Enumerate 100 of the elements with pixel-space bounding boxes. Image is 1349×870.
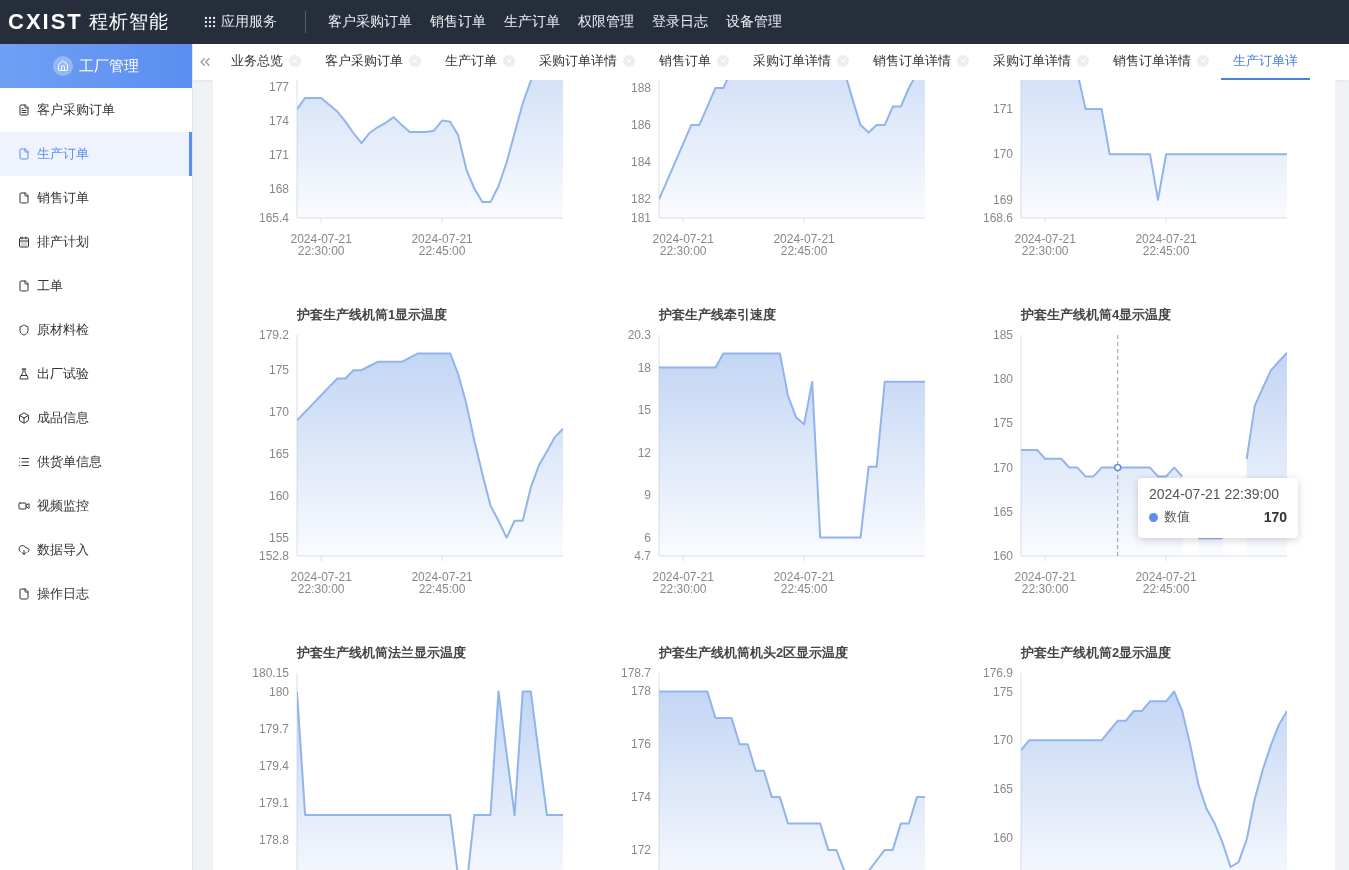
y-tick-label: 169 [992, 192, 1013, 207]
chart-title: 护套生产线机筒4显示温度 [1021, 307, 1172, 322]
y-tick-label: 180.15 [252, 666, 289, 680]
y-tick-label: 179.4 [258, 758, 289, 773]
sidebar-item[interactable]: 原材料检 [0, 308, 192, 352]
sidebar-item[interactable]: 排产计划 [0, 220, 192, 264]
y-tick-label: 12 [637, 445, 651, 460]
y-tick-label: 152.8 [258, 549, 289, 563]
y-tick-label: 168.6 [982, 211, 1013, 225]
y-tick-label: 165.4 [258, 211, 289, 225]
sidebar-item[interactable]: 出厂试验 [0, 352, 192, 396]
y-tick-label: 155 [268, 530, 289, 545]
menu-icon [18, 456, 30, 468]
x-tick-label: 2024-07-21 22:30:00 [1014, 570, 1076, 596]
menu-icon [18, 368, 30, 380]
y-tick-label: 9 [644, 488, 651, 503]
x-tick-label: 2024-07-21 22:45:00 [1135, 570, 1197, 596]
menu-icon [18, 192, 30, 204]
menu-icon [18, 236, 30, 248]
x-tick-label: 2024-07-21 22:30:00 [652, 570, 714, 596]
nav-link[interactable]: 权限管理 [577, 13, 634, 31]
chart-title: 护套生产线机筒2显示温度 [1021, 645, 1172, 660]
y-tick-label: 160 [268, 488, 289, 503]
y-tick-label: 180 [992, 372, 1013, 387]
menu-icon [18, 500, 30, 512]
sidebar-item[interactable]: 工单 [0, 264, 192, 308]
menu-icon [18, 280, 30, 292]
y-tick-label: 176.9 [982, 666, 1013, 680]
chart-title: 护套生产线牵引速度 [659, 307, 776, 322]
apps-button[interactable]: 应用服务 [202, 13, 277, 31]
tab[interactable]: 采购订单详情 [981, 44, 1101, 80]
nav-link[interactable]: 生产订单 [503, 13, 560, 31]
menu-icon [18, 148, 30, 160]
home-icon [53, 56, 73, 76]
tab[interactable]: 业务总览 [219, 44, 313, 80]
y-tick-label: 4.7 [634, 549, 651, 563]
y-tick-label: 184 [630, 155, 651, 170]
menu-icon [18, 544, 30, 556]
tooltip-label: 数值 [1164, 508, 1191, 526]
sidebar-item[interactable]: 视频监控 [0, 484, 192, 528]
tab[interactable]: 销售订单详情 [861, 44, 981, 80]
nav-link[interactable]: 客户采购订单 [327, 13, 412, 31]
tab[interactable]: 销售订单详情 [1101, 44, 1221, 80]
menu-icon [18, 588, 30, 600]
sidebar-item[interactable]: 供货单信息 [0, 440, 192, 484]
y-tick-label: 160 [992, 549, 1013, 563]
sidebar-item[interactable]: 客户采购订单 [0, 88, 192, 132]
grid-icon [202, 15, 217, 29]
y-tick-label: 168 [268, 181, 289, 196]
y-tick-label: 179.7 [258, 721, 289, 736]
y-tick-label: 175 [992, 416, 1013, 431]
nav-link[interactable]: 登录日志 [651, 13, 708, 31]
tab[interactable]: 生产订单 [433, 44, 527, 80]
y-tick-label: 15 [637, 403, 651, 418]
y-tick-label: 6 [644, 530, 651, 545]
tab[interactable]: 销售订单 [647, 44, 741, 80]
y-tick-label: 18 [637, 360, 651, 375]
y-tick-label: 170 [992, 733, 1013, 748]
chart-title: 护套生产线机筒1显示温度 [297, 307, 448, 322]
y-tick-label: 165 [992, 782, 1013, 796]
x-tick-label: 2024-07-21 22:30:00 [290, 570, 352, 596]
hover-point [1114, 463, 1122, 472]
tab[interactable]: 采购订单详情 [527, 44, 647, 80]
y-tick-label: 170 [992, 147, 1013, 162]
y-tick-label: 178 [630, 684, 651, 699]
tab[interactable]: 采购订单详情 [741, 44, 861, 80]
chart-title: 护套生产线机筒机头2区显示温度 [659, 645, 849, 660]
y-tick-label: 188 [630, 81, 651, 95]
y-tick-label: 171 [268, 147, 289, 162]
y-tick-label: 165 [268, 446, 289, 461]
x-tick-label: 2024-07-21 22:30:00 [1014, 232, 1076, 258]
y-tick-label: 178.7 [620, 666, 651, 680]
y-tick-label: 181 [630, 211, 651, 225]
x-tick-label: 2024-07-21 22:30:00 [290, 232, 352, 258]
sidebar-item[interactable]: 操作日志 [0, 572, 192, 616]
y-tick-label: 170 [992, 460, 1013, 475]
y-tick-label: 170 [268, 405, 289, 419]
menu-icon [18, 104, 30, 116]
y-tick-label: 175 [268, 363, 289, 378]
sidebar-item[interactable]: 销售订单 [0, 176, 192, 220]
brand-name: 程析智能 [88, 10, 169, 34]
tab[interactable]: 客户采购订单 [313, 44, 433, 80]
sidebar-item[interactable]: 成品信息 [0, 396, 192, 440]
y-tick-label: 20.3 [627, 328, 651, 342]
x-tick-label: 2024-07-21 22:45:00 [411, 232, 473, 258]
y-tick-label: 179.2 [258, 328, 289, 342]
tooltip-value: 170 [1263, 509, 1287, 525]
x-tick-label: 2024-07-21 22:45:00 [773, 232, 835, 258]
y-tick-label: 172 [630, 842, 651, 857]
y-tick-label: 185 [992, 328, 1013, 342]
nav-link[interactable]: 销售订单 [429, 13, 486, 31]
y-tick-label: 165 [992, 504, 1013, 519]
x-tick-label: 2024-07-21 22:30:00 [652, 232, 714, 258]
tooltip-title: 2024-07-21 22:39:00 [1149, 486, 1280, 502]
nav-link[interactable]: 设备管理 [725, 13, 782, 31]
y-tick-label: 176 [630, 737, 651, 752]
sidebar-item[interactable]: 数据导入 [0, 528, 192, 572]
chart-title: 护套生产线机筒法兰显示温度 [297, 645, 466, 660]
logo: CXIST [8, 9, 83, 35]
y-tick-label: 179.1 [258, 795, 289, 810]
